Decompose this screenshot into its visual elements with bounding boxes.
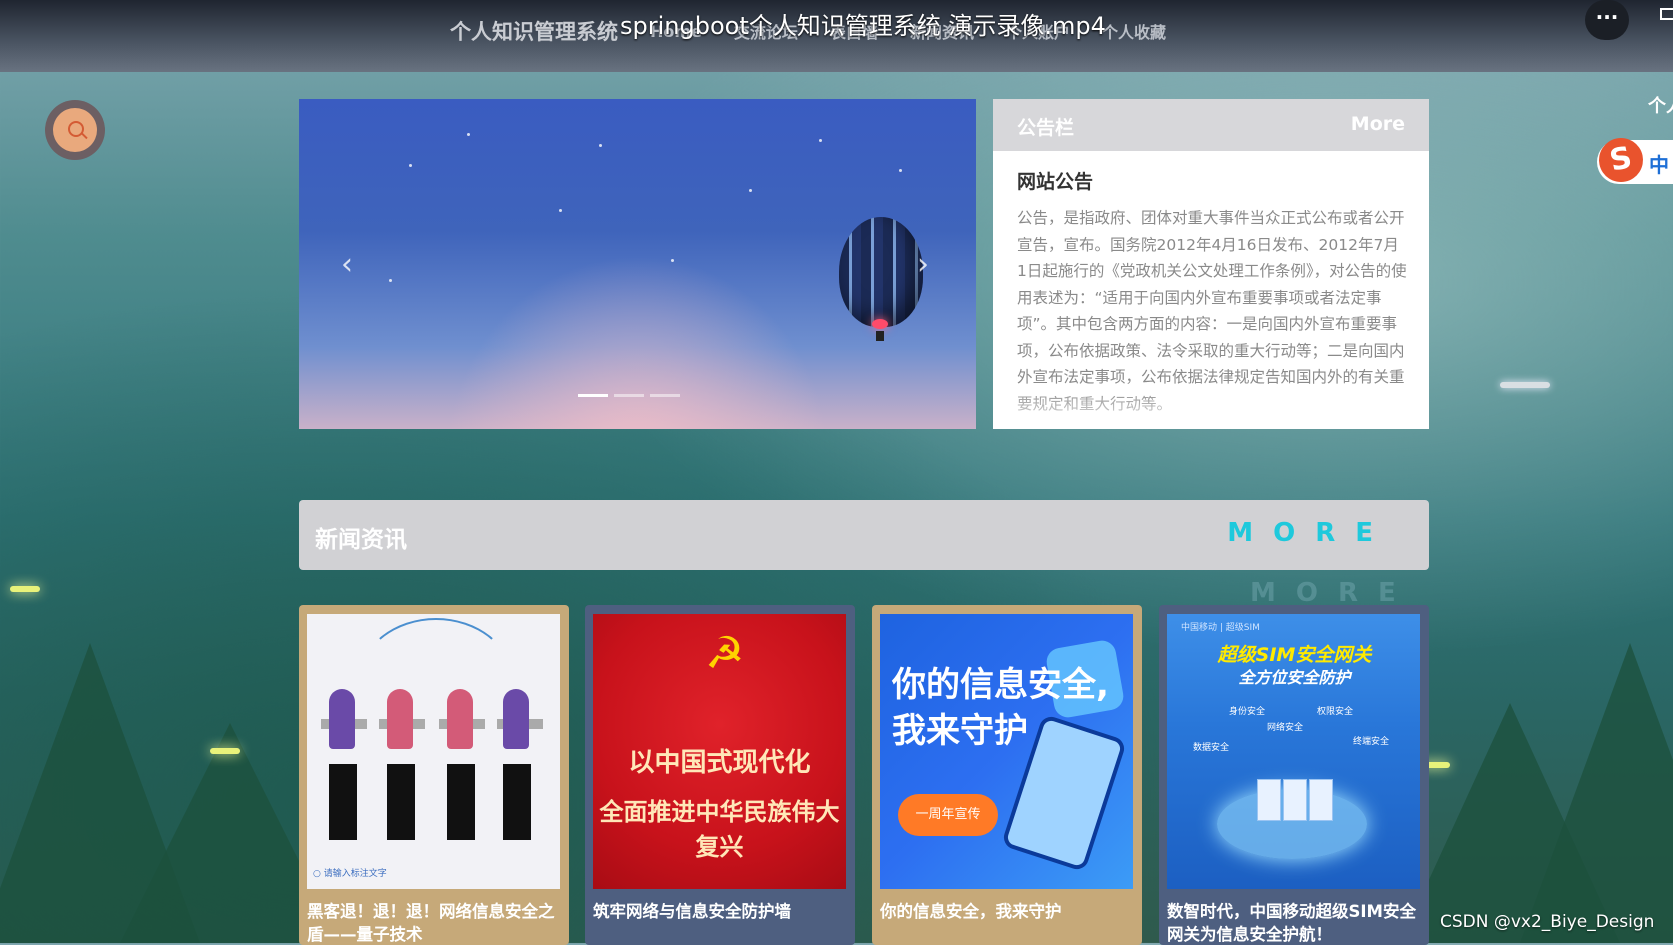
news-more-reflection: MORE: [1250, 578, 1416, 608]
news-card[interactable]: ○ 请输入标注文字 黑客退！退！退！网络信息安全之盾——量子技术: [299, 605, 569, 945]
more-dots-icon[interactable]: ···: [1585, 0, 1629, 40]
ime-language-label[interactable]: 中: [1649, 149, 1669, 178]
notice-title[interactable]: 网站公告: [1017, 167, 1093, 194]
news-section-title: 新闻资讯: [315, 527, 407, 553]
carousel-indicator[interactable]: [578, 394, 608, 397]
ime-toolbar[interactable]: S 中: [1594, 133, 1673, 187]
background-light: [210, 748, 240, 754]
personal-center-link[interactable]: 个人: [1648, 92, 1673, 118]
banner-carousel[interactable]: ‹ ›: [299, 99, 976, 429]
notice-board: 公告栏 More 网站公告 公告，是指政府、团体对重大事件当众正式公布或者公开宣…: [993, 99, 1429, 429]
carousel-indicators: [578, 394, 680, 397]
news-card-caption[interactable]: 黑客退！退！退！网络信息安全之盾——量子技术: [307, 900, 561, 945]
nav-item-favorites[interactable]: 个人收藏: [1102, 19, 1166, 43]
background-light: [10, 586, 40, 592]
search-button[interactable]: [45, 100, 105, 160]
news-more-link[interactable]: MORE: [1227, 518, 1393, 548]
news-card-image: 中国移动 | 超级SIM 超级SIM安全网关 全方位安全防护 身份安全 权限安全…: [1167, 614, 1420, 889]
news-card[interactable]: ☭ 以中国式现代化 全面推进中华民族伟大复兴 筑牢网络与信息安全防护墙: [585, 605, 855, 945]
news-card[interactable]: 你的信息安全, 我来守护 一周年宣传 你的信息安全，我来守护: [872, 605, 1142, 945]
news-section-header: 新闻资讯 MORE: [299, 500, 1429, 570]
background-mountain: [1520, 643, 1673, 943]
csdn-watermark: CSDN @vx2_Biye_Design: [1440, 912, 1655, 932]
chevron-right-icon[interactable]: ›: [917, 247, 929, 282]
site-brand[interactable]: 个人知识管理系统: [450, 16, 618, 46]
top-navigation-bar: 个人知识管理系统 Home 交流论坛 表白墙 新闻资讯 个人账户 个人收藏 sp…: [0, 0, 1673, 72]
chevron-left-icon[interactable]: ‹: [341, 247, 353, 282]
news-card-image: 你的信息安全, 我来守护 一周年宣传: [880, 614, 1133, 889]
news-card-caption[interactable]: 你的信息安全，我来守护: [880, 900, 1134, 923]
background-light: [1500, 382, 1550, 388]
mail-icon[interactable]: [1660, 8, 1673, 20]
search-icon: [53, 108, 97, 152]
news-card-caption[interactable]: 数智时代，中国移动超级SIM安全网关为信息安全护航！: [1167, 900, 1421, 945]
news-card[interactable]: 中国移动 | 超级SIM 超级SIM安全网关 全方位安全防护 身份安全 权限安全…: [1159, 605, 1429, 945]
news-card-caption[interactable]: 筑牢网络与信息安全防护墙: [593, 900, 847, 923]
notice-header-title: 公告栏: [1017, 117, 1075, 139]
carousel-indicator[interactable]: [614, 394, 644, 397]
news-card-image: ○ 请输入标注文字: [307, 614, 560, 889]
notice-more-link[interactable]: More: [1351, 113, 1405, 135]
notice-body: 公告，是指政府、团体对重大事件当众正式公布或者公开宣告，宣布。国务院2012年4…: [1017, 209, 1407, 413]
notice-header: 公告栏 More: [993, 99, 1429, 151]
news-card-image: ☭ 以中国式现代化 全面推进中华民族伟大复兴: [593, 614, 846, 889]
party-emblem-icon: ☭: [705, 628, 745, 679]
video-title: springboot个人知识管理系统 演示录像.mp4: [620, 12, 1106, 40]
balloon-image: [839, 217, 923, 327]
sogou-logo-icon: S: [1594, 133, 1648, 187]
carousel-indicator[interactable]: [650, 394, 680, 397]
